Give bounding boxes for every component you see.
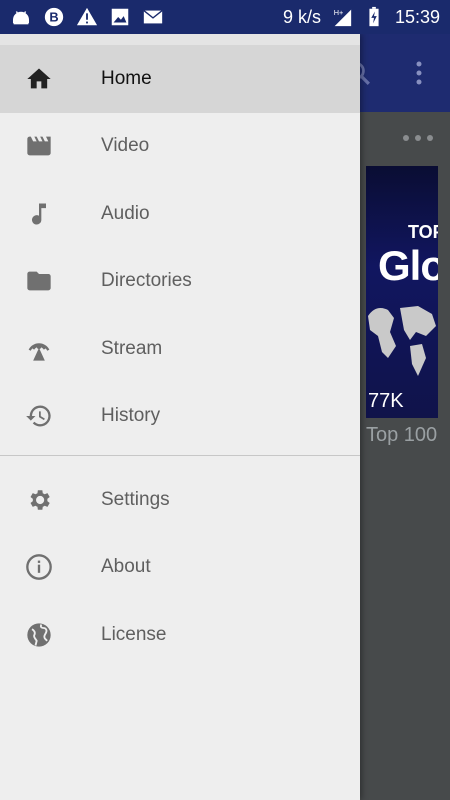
more-options-icon[interactable] [409, 58, 429, 88]
mail-icon [142, 6, 164, 28]
drawer-item-label: Video [101, 135, 150, 157]
b-circle-icon: B [43, 6, 65, 28]
drawer-item-label: Home [101, 67, 152, 89]
navigation-drawer: Home Video Audio Directories Stream Hist… [0, 34, 360, 800]
drawer-item-settings[interactable]: Settings [0, 466, 360, 534]
drawer-header-strip [0, 34, 360, 45]
drawer-item-stream[interactable]: Stream [0, 315, 360, 383]
battery-charging-icon [363, 6, 385, 28]
svg-text:B: B [49, 10, 58, 25]
antenna-icon [25, 335, 53, 363]
drawer-item-audio[interactable]: Audio [0, 180, 360, 248]
drawer-divider [0, 455, 360, 456]
drawer-item-history[interactable]: History [0, 383, 360, 451]
image-icon [109, 6, 131, 28]
video-thumbnail[interactable]: TOP Glo 77K [366, 166, 438, 418]
gear-icon [25, 486, 53, 514]
drawer-item-about[interactable]: About [0, 534, 360, 602]
signal-icon: H+ [331, 6, 353, 28]
drawer-item-label: Audio [101, 202, 150, 224]
drawer-item-license[interactable]: License [0, 601, 360, 669]
info-icon [25, 553, 53, 581]
svg-text:H+: H+ [334, 8, 344, 17]
drawer-item-label: Directories [101, 270, 192, 292]
drawer-item-label: Stream [101, 337, 163, 359]
network-speed: 9 k/s [282, 6, 321, 27]
drawer-item-label: License [101, 623, 167, 645]
clapperboard-icon [25, 132, 53, 160]
drawer-item-directories[interactable]: Directories [0, 248, 360, 316]
folder-icon [25, 267, 53, 295]
warning-icon [76, 6, 98, 28]
thumbnail-text-title: Glo [378, 242, 438, 289]
thumbnail-text-top: TOP [408, 222, 438, 242]
status-bar-system: 9 k/s H+ 15:39 [283, 6, 440, 28]
drawer-item-video[interactable]: Video [0, 113, 360, 181]
drawer-item-label: Settings [101, 488, 170, 510]
music-note-icon [25, 200, 53, 228]
view-count: 77K [368, 390, 404, 412]
item-menu-icon[interactable] [400, 130, 436, 146]
history-icon [25, 402, 53, 430]
drawer-item-label: History [101, 405, 161, 427]
android-icon [10, 6, 32, 28]
status-bar: B 9 k/s H+ 15:39 [0, 0, 450, 34]
globe-icon [25, 621, 53, 649]
status-bar-notifications: B [10, 6, 164, 28]
video-title[interactable]: Top 100 [366, 424, 437, 447]
world-map-icon [368, 306, 436, 376]
home-icon [25, 65, 53, 93]
drawer-item-home[interactable]: Home [0, 45, 360, 113]
clock: 15:39 [394, 6, 440, 27]
drawer-item-label: About [101, 556, 151, 578]
